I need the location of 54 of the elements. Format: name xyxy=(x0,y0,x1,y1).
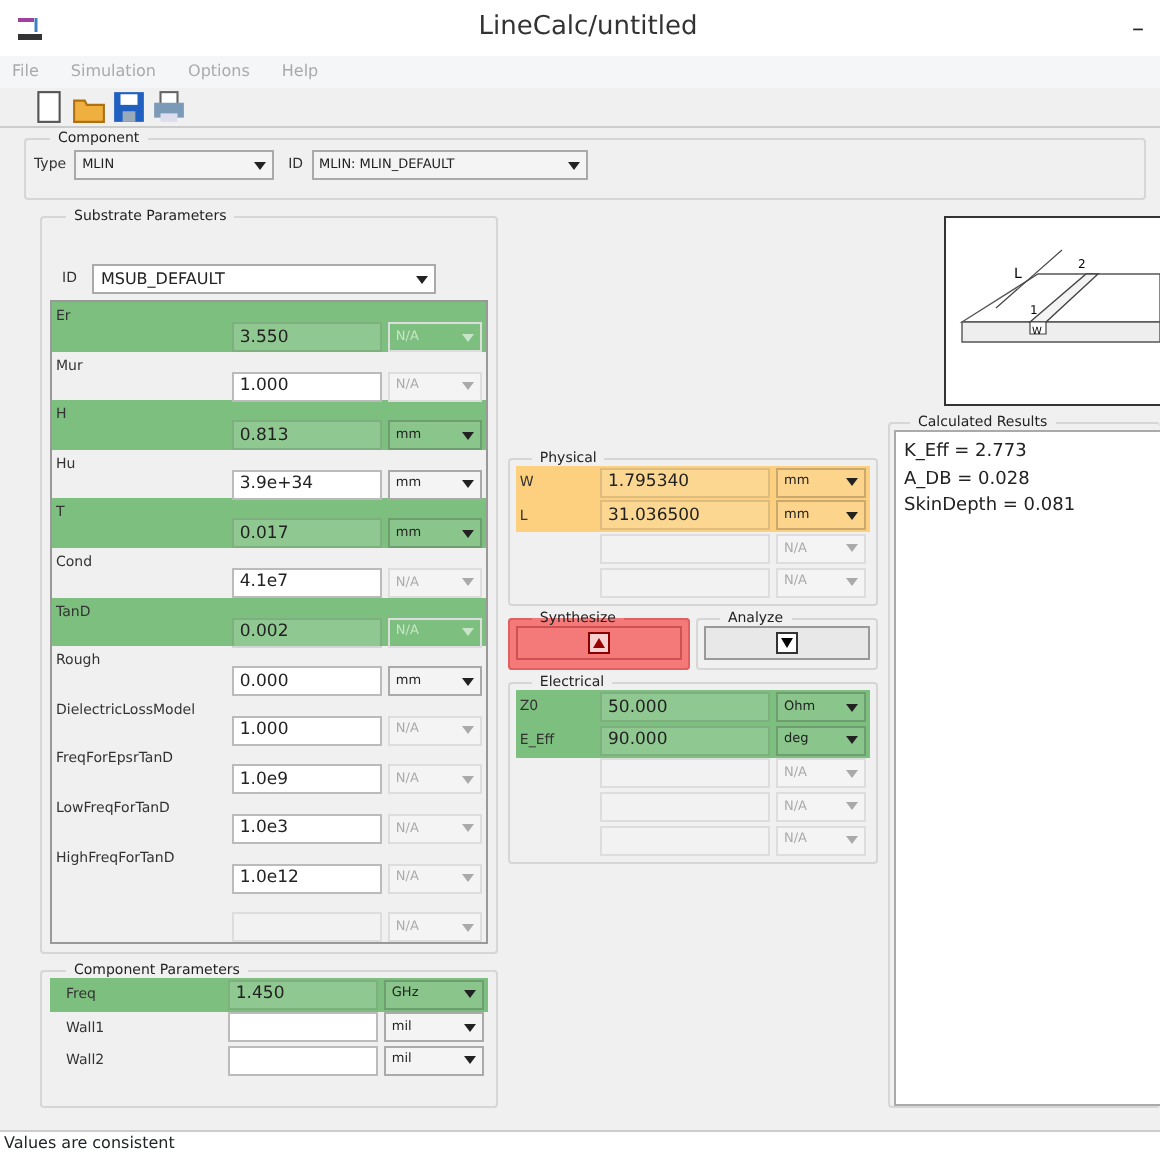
caret-icon xyxy=(846,802,858,811)
caret-icon xyxy=(846,544,858,553)
caret-icon xyxy=(846,836,858,845)
caret-icon xyxy=(254,161,267,169)
caret-icon xyxy=(461,824,474,833)
result-line: SkinDepth = 0.081 xyxy=(904,494,1078,520)
input-field[interactable]: 1.0e3 xyxy=(231,813,382,844)
caret-icon xyxy=(461,923,474,932)
down-arrow-icon xyxy=(775,632,798,655)
input-field[interactable]: 1.000 xyxy=(231,371,382,402)
caret-icon xyxy=(461,480,474,489)
leader-line xyxy=(995,249,1063,309)
app-icon xyxy=(16,14,44,42)
caret-icon xyxy=(461,677,474,686)
caret-icon xyxy=(846,703,858,712)
caret-icon xyxy=(416,275,429,283)
result-line: A_DB = 0.028 xyxy=(904,467,1032,493)
input-field[interactable] xyxy=(227,1045,378,1076)
input-field[interactable]: 1.0e12 xyxy=(231,863,382,894)
caret-icon xyxy=(463,1056,476,1065)
window-title: LineCalc/untitled xyxy=(476,10,700,47)
caret-icon xyxy=(461,431,474,440)
status-text: Values are consistent xyxy=(0,1130,1160,1156)
caret-icon xyxy=(463,1023,476,1032)
input-field[interactable]: 4.1e7 xyxy=(231,567,382,598)
input-field[interactable]: 0.000 xyxy=(231,666,382,697)
result-line: K_Eff = 2.773 xyxy=(904,440,1029,466)
caret-icon xyxy=(461,333,474,341)
input-field[interactable]: 1.000 xyxy=(231,715,382,746)
caret-icon xyxy=(846,736,858,745)
new-file-icon[interactable] xyxy=(32,90,66,124)
caret-icon xyxy=(461,726,474,735)
input-field[interactable]: 3.9e+34 xyxy=(231,469,382,500)
save-icon[interactable] xyxy=(112,90,146,124)
caret-icon xyxy=(461,874,474,883)
caret-icon xyxy=(846,769,858,778)
caret-icon xyxy=(461,775,474,784)
synthesize-button[interactable] xyxy=(515,626,682,661)
caret-icon xyxy=(461,529,474,538)
caret-icon xyxy=(461,382,474,391)
unit-dropdown[interactable]: MSUB_DEFAULT xyxy=(92,264,437,294)
caret-icon xyxy=(846,511,858,520)
analyze-button[interactable] xyxy=(703,626,871,661)
minimize-button[interactable]: – xyxy=(1132,10,1144,46)
input-field[interactable]: 1.0e9 xyxy=(231,764,382,795)
caret-icon xyxy=(846,578,858,587)
caret-icon xyxy=(567,161,580,169)
caret-icon xyxy=(846,478,858,487)
up-arrow-icon xyxy=(587,632,610,655)
caret-icon xyxy=(463,990,476,999)
caret-icon xyxy=(461,628,474,637)
input-field[interactable] xyxy=(227,1012,378,1043)
caret-icon xyxy=(461,578,474,587)
printer-icon[interactable] xyxy=(152,90,186,124)
